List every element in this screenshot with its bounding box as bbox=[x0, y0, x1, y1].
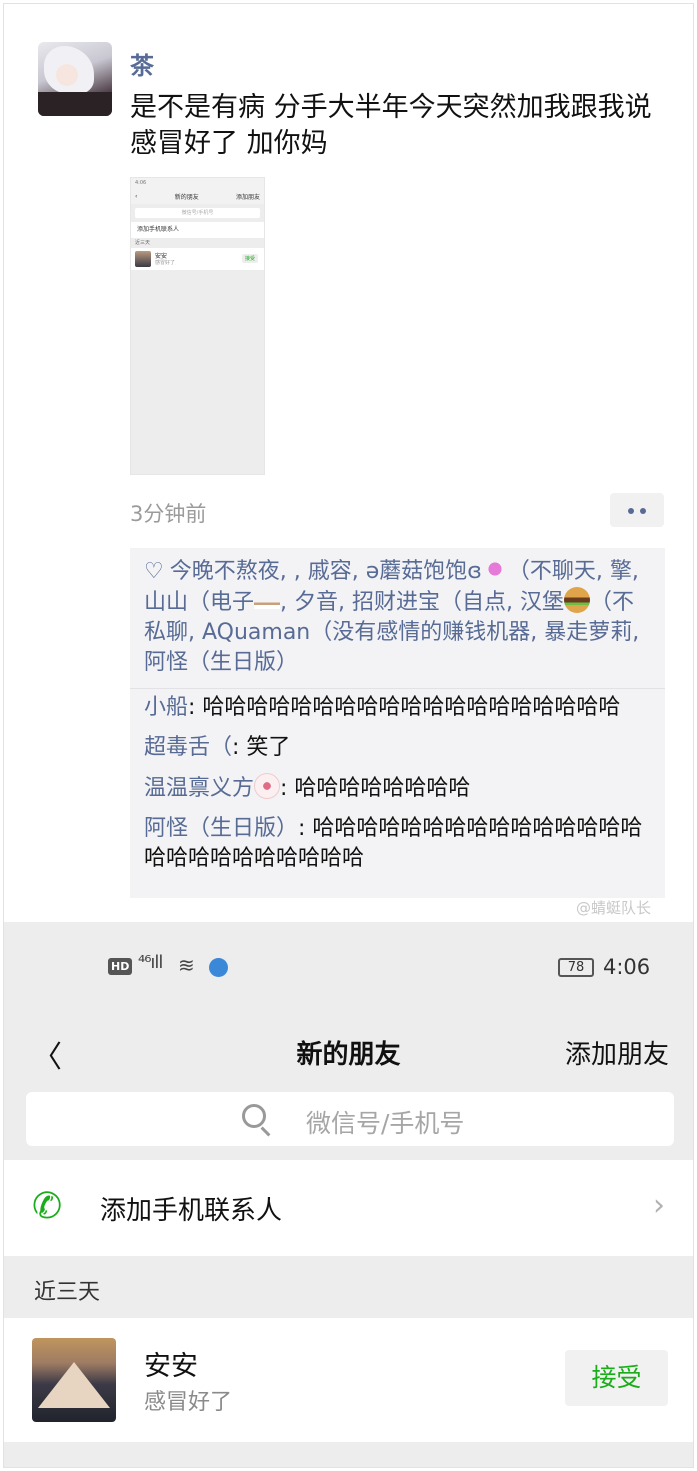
burger-emoji-icon bbox=[563, 587, 590, 613]
app-notification-icon bbox=[209, 958, 228, 977]
post-time: 3分钟前 bbox=[130, 502, 207, 526]
friend-name: 安安 bbox=[144, 1351, 198, 1382]
friend-request-row[interactable]: 安安 感冒好了 接受 bbox=[4, 1318, 693, 1442]
friend-message: 感冒好了 bbox=[144, 1390, 233, 1415]
comment-item[interactable]: 温温禀义方: 哈哈哈哈哈哈哈哈 bbox=[144, 773, 655, 804]
screenshot-frame: 茶 是不是有病 分手大半年今天突然加我跟我说感冒好了 加你妈 4:06 ‹ 新的… bbox=[3, 3, 694, 1468]
comments-list: 小船: 哈哈哈哈哈哈哈哈哈哈哈哈哈哈哈哈哈哈哈 超毒舌（: 笑了 温温禀义方: … bbox=[130, 689, 665, 874]
battery-icon: 78 bbox=[558, 958, 594, 977]
accept-button[interactable]: 接受 bbox=[565, 1350, 668, 1406]
chevron-right-icon: › bbox=[653, 1188, 665, 1223]
nav-bar: 〈 新的朋友 添加朋友 bbox=[4, 1014, 693, 1084]
comment-item[interactable]: 超毒舌（: 笑了 bbox=[144, 733, 655, 763]
new-friends-screen: HD ⁴⁶ıll ≋ 78 4:06 〈 新的朋友 添加朋友 微信号/手机号 ✆… bbox=[4, 922, 693, 1467]
thumb-nav: ‹ 新的朋友 添加朋友 bbox=[131, 188, 264, 204]
phone-icon: ✆ bbox=[32, 1186, 63, 1227]
cake-emoji-icon bbox=[254, 773, 281, 799]
wifi-icon: ≋ bbox=[178, 953, 195, 977]
moment-post: 茶 是不是有病 分手大半年今天突然加我跟我说感冒好了 加你妈 4:06 ‹ 新的… bbox=[4, 4, 693, 922]
likes-comments-box: ♡ 今晚不熬夜, , 戚容, ə蘑菇饱饱ɞ （不聊天, 擎, 山山（电子, 夕音, … bbox=[130, 548, 665, 898]
dot-icon bbox=[640, 508, 646, 514]
likes-list: ♡ 今晚不熬夜, , 戚容, ə蘑菇饱饱ɞ （不聊天, 擎, 山山（电子, 夕音, … bbox=[130, 548, 665, 689]
dot-icon bbox=[628, 508, 634, 514]
post-text: 是不是有病 分手大半年今天突然加我跟我说感冒好了 加你妈 bbox=[130, 92, 652, 159]
watermark: @蜻蜓队长 bbox=[576, 899, 652, 917]
status-time: 4:06 bbox=[603, 955, 651, 979]
add-friend-button[interactable]: 添加朋友 bbox=[565, 1034, 669, 1071]
thumb-friend: 安安 感冒好了 接受 bbox=[131, 248, 264, 270]
friend-avatar[interactable] bbox=[32, 1338, 116, 1422]
comment-item[interactable]: 小船: 哈哈哈哈哈哈哈哈哈哈哈哈哈哈哈哈哈哈哈 bbox=[144, 693, 655, 723]
heart-icon: ♡ bbox=[144, 559, 164, 584]
thumb-add-contact: 添加手机联系人 bbox=[131, 222, 264, 238]
candy-emoji-icon bbox=[481, 556, 508, 582]
search-icon bbox=[242, 1104, 266, 1128]
add-phone-contact-label: 添加手机联系人 bbox=[100, 1196, 283, 1226]
signal-icon: ⁴⁶ıll bbox=[138, 952, 163, 973]
search-input[interactable]: 微信号/手机号 bbox=[26, 1092, 674, 1146]
post-image-thumbnail[interactable]: 4:06 ‹ 新的朋友 添加朋友 微信号/手机号 添加手机联系人 近三天 安安 … bbox=[130, 177, 265, 475]
thumb-status: 4:06 bbox=[131, 178, 264, 188]
hd-icon: HD bbox=[108, 958, 133, 975]
more-options-button[interactable] bbox=[610, 493, 664, 527]
status-bar: HD ⁴⁶ıll ≋ 78 4:06 bbox=[4, 922, 693, 1014]
add-phone-contact-row[interactable]: ✆ 添加手机联系人 › bbox=[4, 1160, 693, 1256]
section-label: 近三天 bbox=[34, 1280, 101, 1305]
cigarette-emoji-icon bbox=[254, 587, 281, 613]
thumb-section: 近三天 bbox=[135, 240, 151, 246]
thumb-search: 微信号/手机号 bbox=[135, 208, 260, 218]
search-placeholder: 微信号/手机号 bbox=[306, 1109, 465, 1138]
comment-item[interactable]: 阿怪（生日版）: 哈哈哈哈哈哈哈哈哈哈哈哈哈哈哈哈哈哈哈哈哈哈哈哈哈 bbox=[144, 814, 655, 874]
poster-avatar[interactable] bbox=[38, 42, 112, 116]
poster-name[interactable]: 茶 bbox=[130, 46, 154, 81]
